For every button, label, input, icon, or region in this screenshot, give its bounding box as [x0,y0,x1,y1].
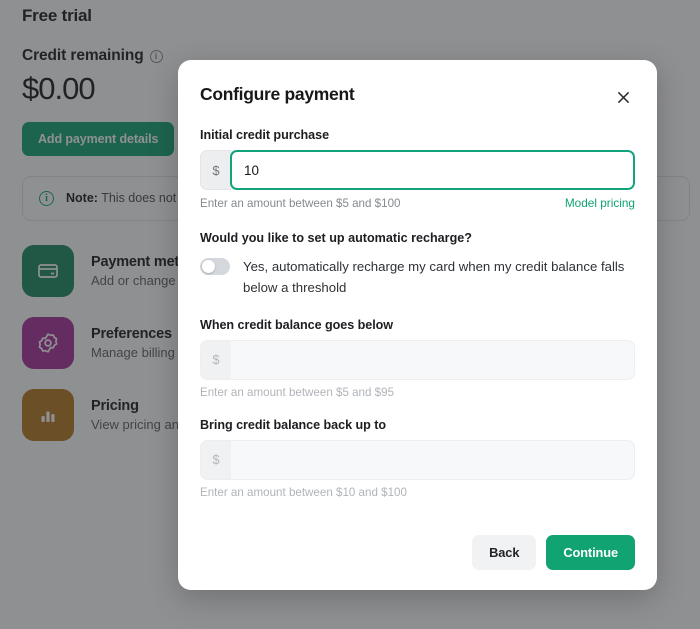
currency-prefix: $ [200,439,231,480]
topup-group[interactable]: $ [200,439,635,480]
initial-credit-help-text: Enter an amount between $5 and $100 [200,197,401,210]
dialog-footer: Back Continue [200,535,635,570]
threshold-input[interactable] [231,339,635,380]
currency-prefix: $ [200,150,231,190]
topup-label: Bring credit balance back up to [200,417,386,432]
topup-input[interactable] [231,439,635,480]
toggle-knob [202,260,215,273]
dialog-header: Configure payment [200,84,635,109]
threshold-help-row: Enter an amount between $5 and $95 [200,386,635,399]
initial-credit-help-row: Enter an amount between $5 and $100 Mode… [200,196,635,210]
automatic-recharge-toggle[interactable] [200,258,230,275]
model-pricing-link[interactable]: Model pricing [565,196,635,210]
initial-credit-purchase-group[interactable]: $ [200,150,635,190]
dialog-title: Configure payment [200,84,355,104]
threshold-help-text: Enter an amount between $5 and $95 [200,385,395,399]
threshold-group[interactable]: $ [200,339,635,380]
automatic-recharge-row: Yes, automatically recharge my card when… [200,256,635,299]
topup-help-row: Enter an amount between $10 and $100 [200,486,635,499]
continue-button[interactable]: Continue [546,535,635,570]
topup-help-text: Enter an amount between $10 and $100 [200,485,407,499]
threshold-label: When credit balance goes below [200,317,394,332]
automatic-recharge-question: Would you like to set up automatic recha… [200,231,472,245]
close-icon[interactable] [611,85,635,109]
automatic-recharge-label: Yes, automatically recharge my card when… [243,259,625,296]
configure-payment-dialog: Configure payment Initial credit purchas… [178,60,657,590]
currency-prefix: $ [200,339,231,380]
initial-credit-purchase-label: Initial credit purchase [200,128,330,142]
back-button[interactable]: Back [472,535,537,570]
initial-credit-purchase-input[interactable] [230,150,635,190]
